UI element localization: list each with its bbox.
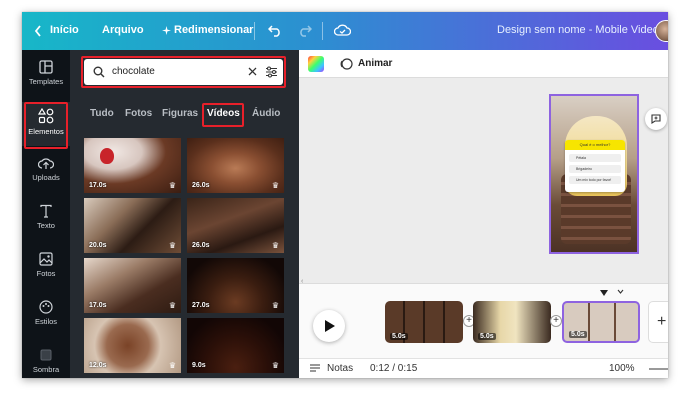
crown-icon: ♛ [271, 241, 279, 250]
sidebar-item-label: Sombra [32, 365, 60, 374]
timeline: 5.0s + 5.0s + 5.0s + [299, 283, 668, 358]
video-thumbnail[interactable]: 17.0s ♛ [84, 138, 181, 193]
divider [322, 22, 323, 40]
editor-toolbar: Animar [299, 50, 668, 78]
crown-icon: ♛ [271, 181, 279, 190]
crown-icon: ♛ [168, 301, 176, 310]
zoom-slider[interactable] [649, 368, 668, 370]
crown-icon: ♛ [271, 361, 279, 370]
poll-option: Brigadeiro [569, 165, 621, 173]
video-duration: 26.0s [192, 182, 210, 189]
video-duration: 17.0s [89, 182, 107, 189]
shadow-icon [40, 349, 52, 361]
poll-option: Pétala [569, 154, 621, 162]
timeline-clip-selected[interactable]: 5.0s [562, 301, 640, 343]
video-duration: 9.0s [192, 362, 206, 369]
upload-icon [38, 158, 54, 169]
timeline-clip[interactable]: 5.0s [473, 301, 551, 343]
avatar[interactable] [655, 20, 668, 42]
search-highlight [81, 56, 286, 88]
video-thumbnail[interactable]: 26.0s ♛ [187, 198, 284, 253]
comment-add-icon [651, 114, 661, 125]
tab-fotos[interactable]: Fotos [125, 108, 152, 119]
strawberry-decoration [100, 148, 114, 164]
video-thumbnail[interactable]: 9.0s ♛ [187, 318, 284, 373]
comment-button[interactable] [645, 108, 667, 130]
sidebar-item-label: Texto [37, 221, 55, 230]
tab-audio[interactable]: Áudio [252, 108, 280, 119]
bottom-bar: Notas 0:12 / 0:15 100% [299, 358, 668, 378]
photos-icon [39, 252, 53, 266]
crown-icon: ♛ [271, 301, 279, 310]
sidebar-item-label: Uploads [32, 173, 60, 182]
play-button[interactable] [313, 310, 345, 342]
video-duration: 26.0s [192, 242, 210, 249]
video-duration: 27.0s [192, 302, 210, 309]
videos-tab-highlight [202, 103, 244, 127]
video-duration: 17.0s [89, 302, 107, 309]
styles-icon [39, 300, 53, 314]
top-bar: Início Arquivo Redimensionar Design sem … [22, 12, 668, 50]
sidebar-item-label: Fotos [36, 269, 56, 278]
templates-icon [39, 60, 53, 74]
elements-panel: chocolate Tudo Fotos Figuras Vídeos Áudi… [70, 50, 299, 378]
time-readout: 0:12 / 0:15 [370, 363, 418, 374]
color-picker[interactable] [308, 56, 324, 72]
video-thumbnail[interactable]: 27.0s ♛ [187, 258, 284, 313]
video-duration: 12.0s [89, 362, 107, 369]
sidebar: Templates Elementos Uploads Texto Fotos … [22, 50, 70, 378]
design-artboard[interactable]: Qual é o melhor? Pétala Brigadeiro Um mi… [549, 94, 639, 254]
playhead-icon[interactable] [600, 290, 608, 296]
crown-icon: ♛ [168, 361, 176, 370]
notes-button[interactable]: Notas [327, 363, 353, 374]
text-icon [40, 204, 52, 218]
add-page-button[interactable]: + [648, 301, 668, 343]
video-duration: 20.0s [89, 242, 107, 249]
tab-figuras[interactable]: Figuras [162, 108, 198, 119]
animate-button[interactable]: Animar [358, 58, 392, 69]
sidebar-item-label: Templates [28, 77, 64, 86]
clip-duration: 5.0s [478, 333, 496, 340]
video-thumbnail[interactable]: 26.0s ♛ [187, 138, 284, 193]
divider [254, 22, 255, 40]
design-title[interactable]: Design sem nome - Mobile Video [497, 24, 659, 36]
redo-icon[interactable] [298, 24, 312, 37]
clip-duration: 5.0s [390, 333, 408, 340]
poll-card: Qual é o melhor? Pétala Brigadeiro Um mi… [565, 140, 625, 192]
sidebar-item-texto[interactable]: Texto [22, 198, 70, 242]
video-thumbnail[interactable]: 12.0s ♛ [84, 318, 181, 373]
animate-icon [340, 58, 353, 70]
video-thumbnail[interactable]: 17.0s ♛ [84, 258, 181, 313]
notes-icon [310, 364, 320, 372]
cloud-saved-icon[interactable] [334, 23, 351, 37]
sidebar-item-fotos[interactable]: Fotos [22, 246, 70, 290]
elements-highlight [24, 102, 68, 149]
crown-icon: ♛ [168, 181, 176, 190]
sidebar-item-templates[interactable]: Templates [22, 54, 70, 98]
add-transition-button[interactable]: + [550, 315, 562, 327]
timeline-clip[interactable]: 5.0s [385, 301, 463, 343]
sidebar-item-estilos[interactable]: Estilos [22, 294, 70, 338]
sidebar-item-uploads[interactable]: Uploads [22, 150, 70, 194]
sidebar-item-sombra[interactable]: Sombra [22, 342, 70, 378]
clip-duration: 5.0s [569, 331, 587, 338]
play-icon [325, 320, 335, 332]
home-link[interactable]: Início [50, 24, 79, 36]
zoom-level[interactable]: 100% [609, 363, 635, 374]
tab-tudo[interactable]: Tudo [90, 108, 114, 119]
resize-button[interactable]: Redimensionar [174, 24, 253, 36]
app-window: Início Arquivo Redimensionar Design sem … [22, 12, 668, 378]
sidebar-item-label: Estilos [34, 317, 58, 326]
sparkle-icon [162, 26, 171, 35]
poll-option: Um mix todo por favor! [569, 176, 621, 184]
canvas-area: Qual é o melhor? Pétala Brigadeiro Um mi… [299, 78, 668, 285]
file-menu[interactable]: Arquivo [102, 24, 144, 36]
chevron-down-icon[interactable] [617, 289, 624, 294]
undo-icon[interactable] [268, 24, 282, 37]
poll-title: Qual é o melhor? [565, 140, 625, 150]
chevron-left-icon[interactable] [34, 25, 42, 37]
video-thumbnail[interactable]: 20.0s ♛ [84, 198, 181, 253]
crown-icon: ♛ [168, 241, 176, 250]
